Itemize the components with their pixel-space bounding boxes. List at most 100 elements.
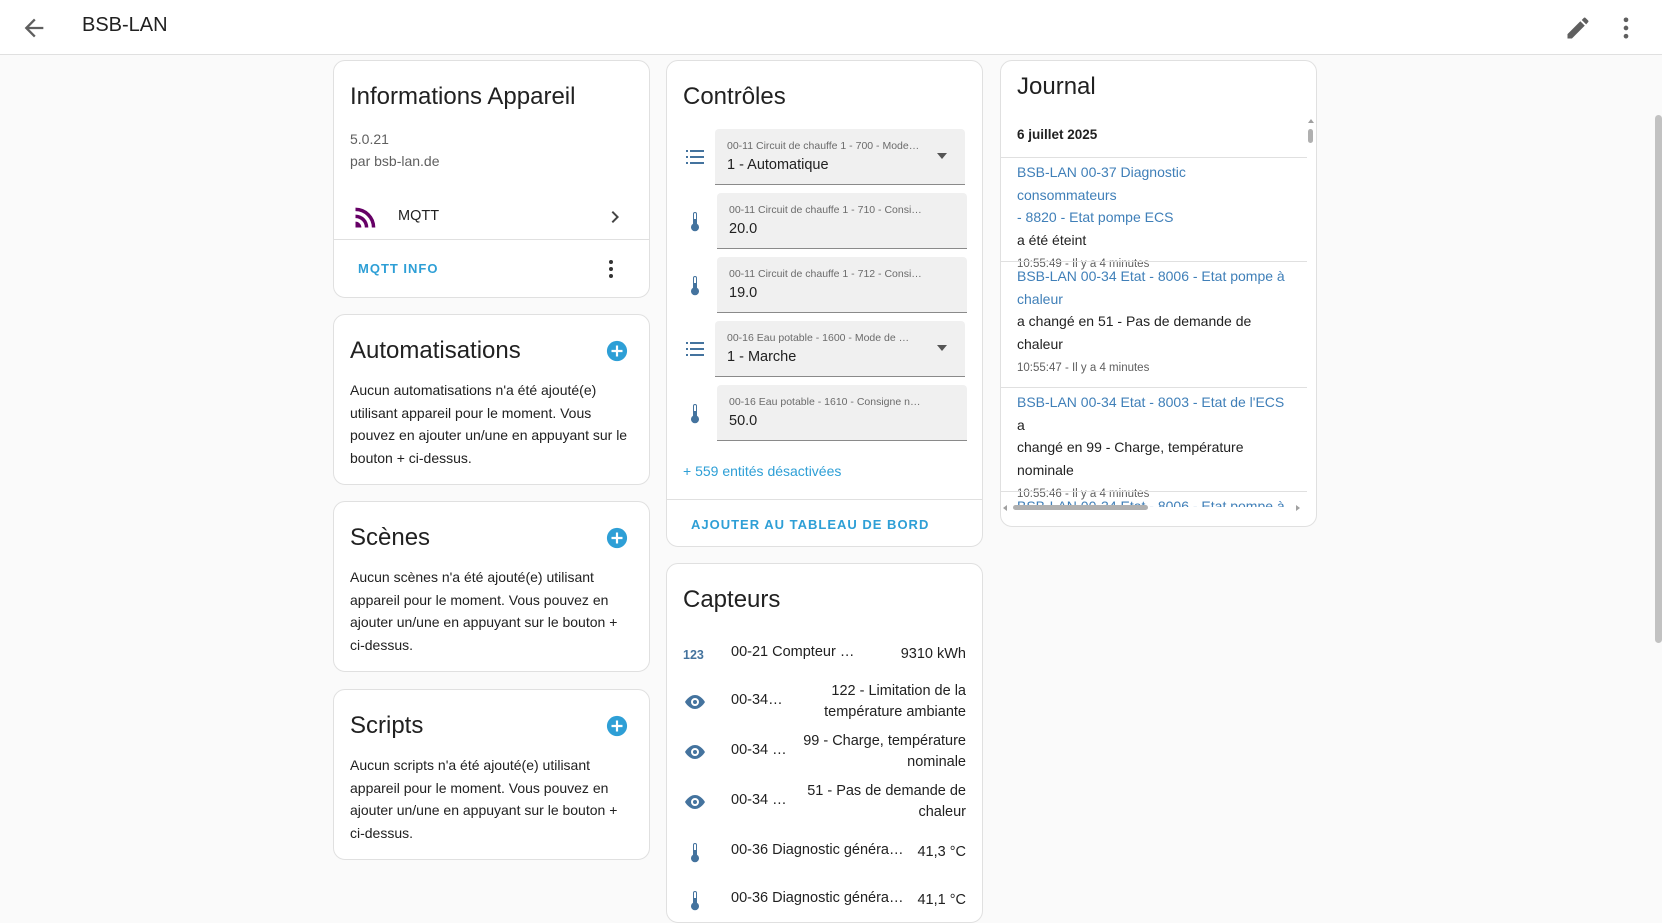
field-label: 00-16 Eau potable - 1600 - Mode de fonct… (727, 332, 912, 344)
logbook-scrollbar-horizontal[interactable] (1003, 504, 1303, 512)
entity-link[interactable]: BSB-LAN 00-37 Diagnostic consommateurs (1017, 164, 1186, 203)
date-heading: 6 juillet 2025 (1017, 127, 1098, 142)
divider (667, 499, 982, 500)
divider (1001, 387, 1307, 388)
add-scene-button[interactable] (606, 527, 628, 549)
field-label: 00-11 Circuit de chauffe 1 - 700 - Mode … (727, 140, 922, 152)
card-title: Scènes (350, 524, 431, 551)
field-label: 00-11 Circuit de chauffe 1 - 710 - Consi… (729, 204, 924, 216)
number-comfort-setpoint[interactable]: 00-11 Circuit de chauffe 1 - 710 - Consi… (717, 193, 967, 249)
page-title: BSB-LAN (82, 14, 168, 36)
entry-message: changé en 99 - Charge, température (1017, 439, 1244, 455)
add-to-dashboard-button[interactable]: AJOUTER AU TABLEAU DE BORD (691, 517, 929, 532)
value-line: 122 - Limitation de la (831, 683, 966, 699)
integration-row-mqtt[interactable]: MQTT (334, 193, 650, 241)
thermometer-icon (691, 404, 699, 424)
device-info-card: Informations Appareil 5.0.21 par bsb-lan… (333, 60, 650, 298)
value-line: 99 - Charge, température (803, 733, 966, 749)
value-line: température ambiante (824, 704, 966, 720)
version-text: 5.0.21 (350, 131, 389, 147)
scroll-right-arrow-icon[interactable] (1296, 505, 1300, 511)
eye-icon (685, 795, 705, 809)
logbook-card: Journal 6 juillet 2025 BSB-LAN 00-37 Dia… (1000, 60, 1317, 527)
entry-message: a changé en 51 - Pas de demande de (1017, 313, 1252, 329)
sensor-name: 00-34 Etat (731, 692, 785, 708)
back-arrow-icon[interactable] (20, 14, 48, 42)
select-dhw-mode[interactable]: 00-16 Eau potable - 1600 - Mode de fonct… (715, 321, 965, 377)
entity-link[interactable]: BSB-LAN 00-34 Etat - 8006 - Etat pompe à (1017, 268, 1285, 284)
divider (1001, 261, 1307, 262)
divider (1001, 491, 1307, 492)
eye-icon (685, 745, 705, 759)
select-operating-mode-hc1[interactable]: 00-11 Circuit de chauffe 1 - 700 - Mode … (715, 129, 965, 185)
sensor-value: 51 - Pas de demande de chaleur (807, 781, 966, 823)
field-value: 50.0 (729, 413, 758, 429)
value-line: chaleur (918, 804, 966, 820)
scroll-up-arrow-icon[interactable] (1308, 119, 1314, 123)
field-label: 00-11 Circuit de chauffe 1 - 712 - Consi… (729, 268, 924, 280)
logbook-entry: BSB-LAN 00-37 Diagnostic consommateurs -… (1017, 161, 1289, 274)
app-header: BSB-LAN (0, 0, 1662, 55)
sensor-value: 9310 kWh (900, 646, 966, 662)
value-line: nominale (907, 754, 966, 770)
thermometer-icon (691, 891, 699, 911)
logbook-entry: BSB-LAN 00-34 Etat - 8006 - Etat pompe à… (1017, 265, 1289, 378)
more-vert-icon[interactable] (1612, 14, 1640, 42)
empty-text: Aucun automatisations n'a été ajouté(e) … (350, 382, 628, 466)
chevron-down-icon (937, 153, 947, 159)
disabled-entities-link[interactable]: + 559 entités désactivées (683, 463, 841, 479)
sensor-name: 00-34 Etat (731, 742, 793, 758)
numeric-icon: 123 (683, 648, 704, 662)
eye-icon (685, 695, 705, 709)
scenes-card: Scènes Aucun scènes n'a été ajouté(e) ut… (333, 501, 650, 672)
card-title: Capteurs (683, 586, 781, 613)
field-value: 19.0 (729, 285, 758, 301)
list-icon (686, 150, 704, 164)
mqtt-icon (354, 205, 378, 229)
divider (334, 239, 649, 240)
field-value: 20.0 (729, 221, 758, 237)
sensor-name: 00-21 Compteur d'énergie (731, 644, 861, 660)
logbook-scrollbar-vertical[interactable] (1307, 119, 1314, 473)
list-icon (686, 342, 704, 356)
number-reduced-setpoint[interactable]: 00-11 Circuit de chauffe 1 - 712 - Consi… (717, 257, 967, 313)
empty-text: Aucun scripts n'a été ajouté(e) utilisan… (350, 757, 618, 841)
entity-link[interactable]: BSB-LAN 00-34 Etat - 8003 - Etat de l'EC… (1017, 394, 1284, 410)
scrollbar-thumb[interactable] (1013, 505, 1148, 510)
logbook-entry: BSB-LAN 00-34 Etat - 8003 - Etat de l'EC… (1017, 391, 1289, 504)
entry-message-suffix: a (1017, 416, 1025, 433)
sensor-name: 00-36 Diagnostic générateur (731, 842, 907, 858)
automations-card: Automatisations Aucun automatisations n'… (333, 314, 650, 485)
scrollbar-thumb[interactable] (1308, 129, 1313, 143)
thermometer-icon (691, 276, 699, 296)
entry-message: a été éteint (1017, 231, 1087, 248)
sensor-value: 41,3 °C (917, 844, 966, 860)
chevron-down-icon (937, 345, 947, 351)
integration-label: MQTT (398, 208, 440, 224)
sensor-name: 00-36 Diagnostic générateur (731, 890, 907, 906)
divider (1001, 157, 1307, 158)
sensor-value: 41,1 °C (917, 892, 966, 908)
thermometer-icon (691, 843, 699, 863)
card-title: Journal (1017, 73, 1096, 100)
mqtt-info-button[interactable]: MQTT INFO (358, 261, 439, 276)
entry-message: chaleur (1017, 335, 1063, 352)
card-title: Scripts (350, 712, 424, 739)
sensors-card: Capteurs 123 00-21 Compteur d'énergie 93… (666, 563, 983, 923)
add-script-button[interactable] (606, 715, 628, 737)
scroll-left-arrow-icon[interactable] (1003, 505, 1007, 511)
entry-time: 10:55:47 - Il y a 4 minutes (1017, 362, 1150, 374)
thermometer-icon (691, 212, 699, 232)
pencil-icon[interactable] (1564, 14, 1592, 42)
number-dhw-setpoint[interactable]: 00-16 Eau potable - 1610 - Consigne nomi… (717, 385, 967, 441)
card-title: Informations Appareil (350, 83, 576, 110)
field-value: 1 - Automatique (727, 157, 829, 173)
logbook-scroll-area[interactable]: 6 juillet 2025 BSB-LAN 00-37 Diagnostic … (1001, 115, 1314, 526)
add-automation-button[interactable] (606, 340, 628, 362)
entity-link[interactable]: - 8820 - Etat pompe ECS (1017, 209, 1173, 225)
more-vert-icon[interactable] (599, 257, 623, 281)
value-line: 51 - Pas de demande de (807, 783, 966, 799)
entity-link[interactable]: chaleur (1017, 291, 1063, 307)
page-scrollbar[interactable] (1655, 115, 1662, 643)
entry-message: nominale (1017, 461, 1074, 478)
